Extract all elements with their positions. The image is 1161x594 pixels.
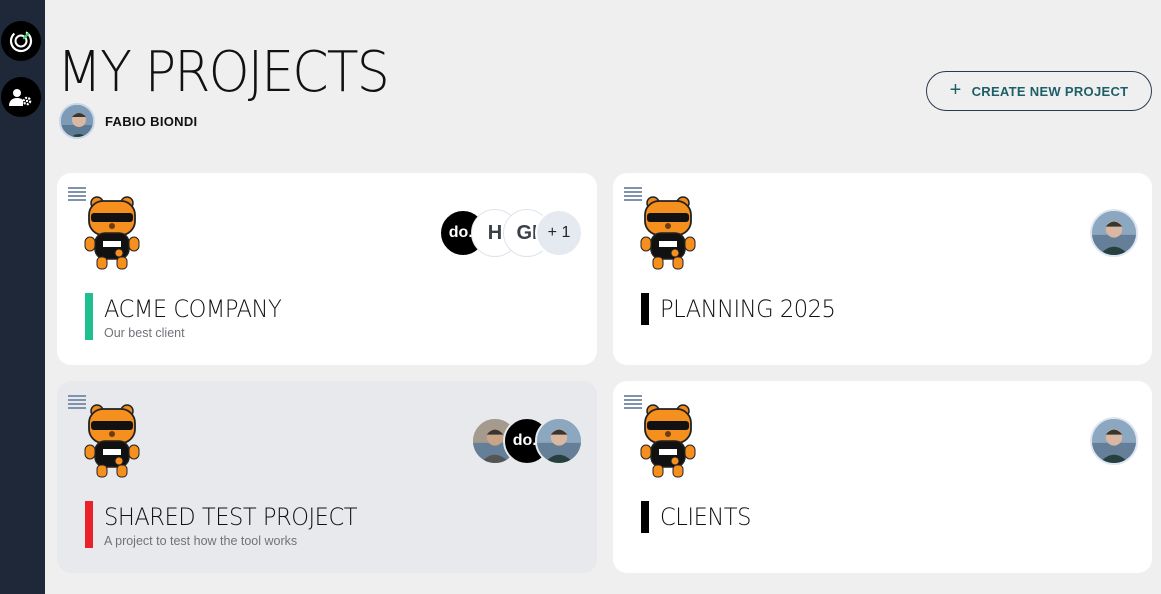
project-title[interactable]: PLANNING 2025 (660, 293, 836, 325)
create-project-button[interactable]: + CREATE NEW PROJECT (926, 71, 1152, 111)
member-avatars (1090, 417, 1138, 465)
project-title[interactable]: CLIENTS (660, 501, 751, 533)
more-members-badge[interactable]: + 1 (535, 209, 583, 257)
project-title-block: PLANNING 2025 (641, 293, 847, 325)
create-project-label: CREATE NEW PROJECT (971, 83, 1129, 99)
member-avatars (1090, 209, 1138, 257)
project-color-bar (641, 293, 649, 325)
mascot-image (83, 403, 143, 479)
app-logo-button[interactable] (1, 21, 41, 61)
project-title[interactable]: SHARED TEST PROJECT (104, 501, 358, 533)
member-avatar[interactable] (1090, 417, 1138, 465)
sidebar (0, 0, 45, 594)
project-card[interactable]: PLANNING 2025 (613, 173, 1152, 365)
project-card[interactable]: do.i SHARED TEST PROJECT A project to te… (57, 381, 597, 573)
project-title[interactable]: ACME COMPANY (104, 293, 282, 325)
member-avatar[interactable] (1090, 209, 1138, 257)
project-title-block: ACME COMPANY Our best client (85, 293, 293, 340)
page-title: MY PROJECTS (57, 40, 390, 105)
project-subtitle: Our best client (104, 326, 185, 340)
member-avatars: do.i (471, 417, 583, 465)
mascot-image (639, 195, 699, 271)
project-color-bar (641, 501, 649, 533)
mascot-image (83, 195, 143, 271)
mascot-image (639, 403, 699, 479)
user-name: FABIO BIONDI (105, 113, 198, 129)
project-title-block: SHARED TEST PROJECT A project to test ho… (85, 501, 373, 548)
project-color-bar (85, 293, 93, 340)
project-color-bar (85, 501, 93, 548)
app-logo-icon (9, 29, 33, 53)
current-user: FABIO BIONDI (59, 103, 197, 139)
member-avatars: do.i H GI + 1 (439, 209, 583, 257)
user-gear-icon (9, 89, 32, 106)
user-photo-icon (61, 105, 93, 137)
project-title-block: CLIENTS (641, 501, 757, 533)
member-avatar[interactable] (535, 417, 583, 465)
user-settings-button[interactable] (1, 77, 41, 117)
project-card[interactable]: do.i H GI + 1 ACME COMPANY Our best client (57, 173, 597, 365)
project-subtitle: A project to test how the tool works (104, 534, 298, 548)
avatar[interactable] (59, 103, 95, 139)
project-card[interactable]: CLIENTS (613, 381, 1152, 573)
plus-icon: + (949, 79, 962, 101)
